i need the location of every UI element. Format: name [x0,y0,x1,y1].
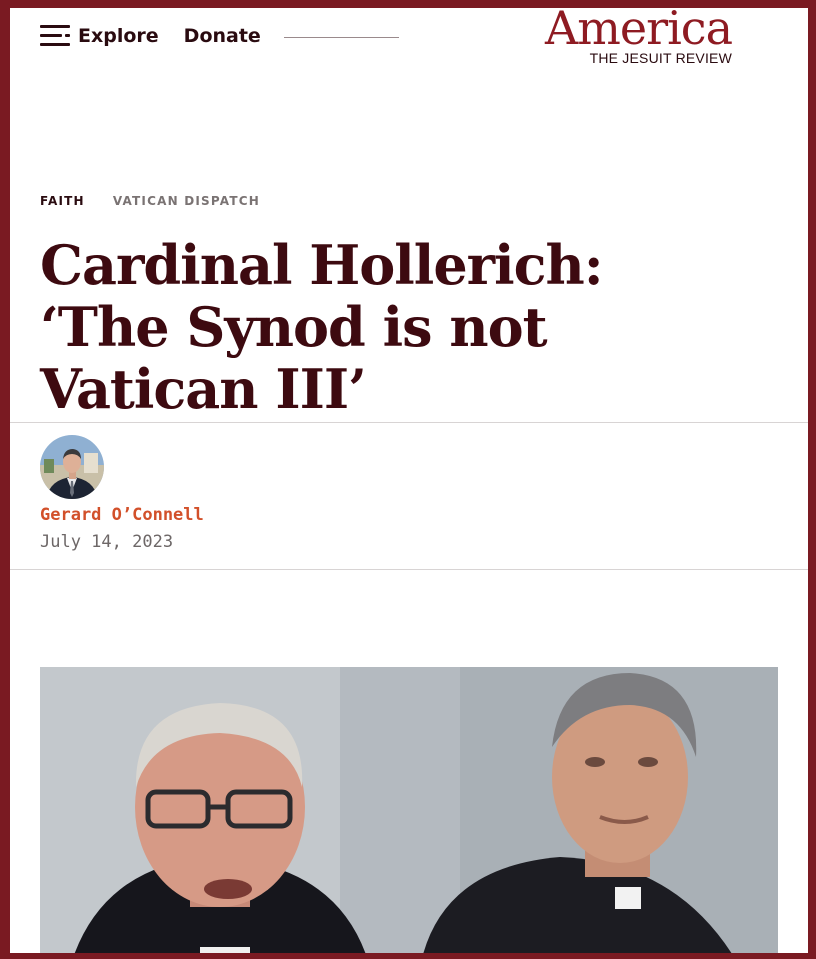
article-headline: Cardinal Hollerich: ‘The Synod is not Va… [40,233,604,421]
explore-link[interactable]: Explore [78,25,159,47]
publish-date: July 14, 2023 [40,532,174,552]
site-logo[interactable]: America THE JESUIT REVIEW [545,8,733,66]
donate-link[interactable]: Donate [184,25,261,47]
top-nav: Explore Donate [40,16,399,56]
byline-bottom-divider [10,569,808,570]
author-name[interactable]: Gerard O’Connell [40,505,204,525]
page-frame: Explore Donate America THE JESUIT REVIEW… [10,8,808,953]
hero-image [40,667,778,953]
nav-divider [283,36,399,38]
category-tags: FAITH VATICAN DISPATCH [40,194,260,208]
category-vatican-dispatch[interactable]: VATICAN DISPATCH [113,194,260,208]
category-faith[interactable]: FAITH [40,194,85,208]
hamburger-menu-icon[interactable] [40,25,70,47]
byline-top-divider [10,422,808,423]
author-avatar[interactable] [40,435,104,499]
